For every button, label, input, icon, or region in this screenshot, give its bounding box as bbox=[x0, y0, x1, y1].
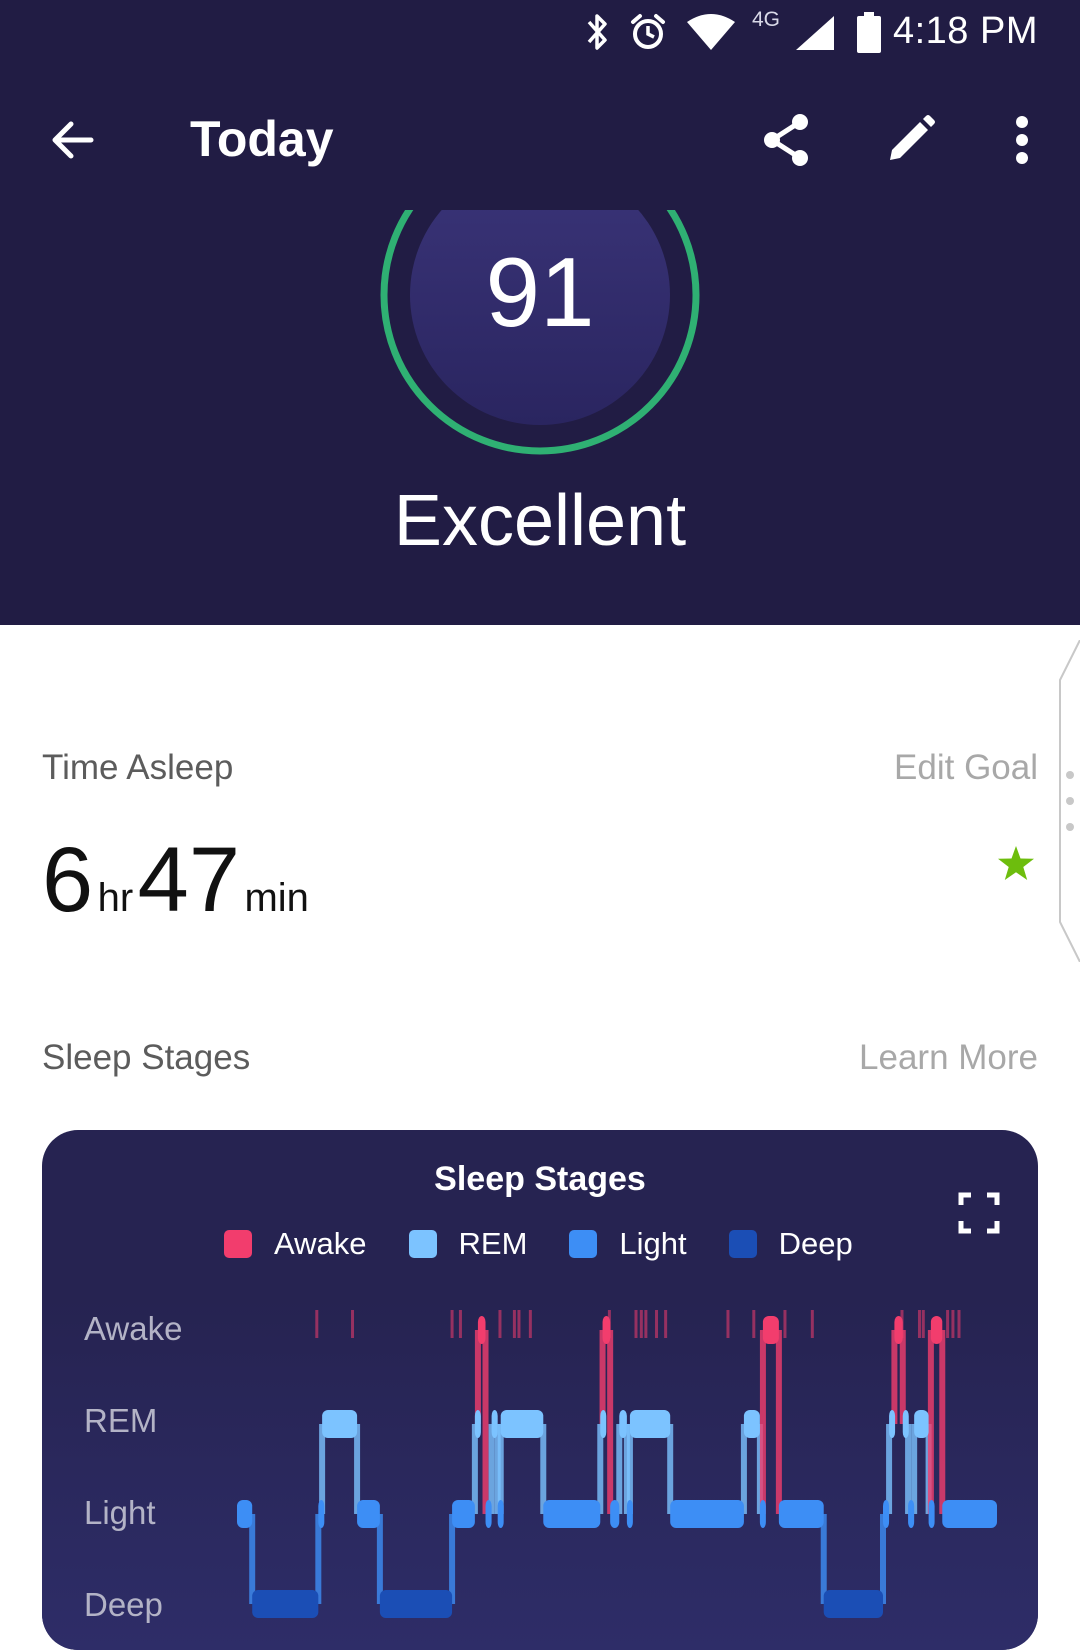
sleep-stages-card[interactable]: Sleep Stages Awake REM Light Deep Awake … bbox=[42, 1130, 1038, 1650]
stage-segment-awake-15 bbox=[602, 1316, 611, 1344]
stage-transition-33 bbox=[939, 1330, 946, 1514]
stage-segment-light-20 bbox=[670, 1500, 744, 1528]
sleep-stages-chart bbox=[237, 1310, 997, 1618]
stage-transition-4 bbox=[376, 1514, 383, 1604]
stage-transition-3 bbox=[354, 1424, 361, 1514]
hours-value: 6 bbox=[42, 829, 94, 931]
stage-segment-deep-25 bbox=[823, 1590, 883, 1618]
edit-pencil-icon bbox=[890, 115, 935, 160]
stage-transition-0 bbox=[249, 1514, 256, 1604]
stage-segment-deep-5 bbox=[379, 1590, 453, 1618]
star-icon bbox=[998, 846, 1034, 880]
sleep-score-rating: Excellent bbox=[393, 481, 687, 561]
stage-segment-light-0 bbox=[237, 1500, 253, 1528]
stage-segment-awake-23 bbox=[762, 1316, 779, 1344]
sleep-score-header: 4G 4:18 PM Today 91 Excellent bbox=[0, 0, 1080, 625]
stage-segment-awake-8 bbox=[477, 1316, 486, 1344]
stage-segment-rem-17 bbox=[619, 1410, 627, 1438]
stage-transition-14 bbox=[599, 1330, 606, 1424]
battery-icon bbox=[857, 12, 881, 53]
bluetooth-icon bbox=[587, 14, 607, 50]
time-asleep-label: Time Asleep bbox=[42, 748, 234, 787]
minutes-unit: min bbox=[244, 876, 309, 920]
stage-segment-light-6 bbox=[452, 1500, 475, 1528]
back-button[interactable] bbox=[32, 100, 112, 180]
hours-unit: hr bbox=[97, 876, 134, 920]
stage-transition-32 bbox=[927, 1330, 934, 1514]
stage-segment-rem-12 bbox=[500, 1410, 544, 1438]
stage-segment-light-13 bbox=[543, 1500, 601, 1528]
stage-transition-28 bbox=[899, 1330, 906, 1424]
share-button[interactable] bbox=[746, 100, 826, 180]
status-time: 4:18 PM bbox=[892, 10, 1038, 52]
stage-segment-rem-21 bbox=[743, 1410, 760, 1438]
sleep-score-value: 91 bbox=[485, 237, 595, 347]
stage-transition-16 bbox=[616, 1424, 623, 1514]
minutes-value: 47 bbox=[137, 829, 240, 931]
stage-segment-rem-7 bbox=[474, 1410, 481, 1438]
stage-segment-light-4 bbox=[357, 1500, 380, 1528]
stage-transition-12 bbox=[540, 1424, 547, 1514]
stage-transition-27 bbox=[891, 1330, 898, 1424]
stage-segment-light-34 bbox=[942, 1500, 997, 1528]
stage-segment-awake-33 bbox=[930, 1316, 943, 1344]
stage-segment-light-26 bbox=[883, 1500, 890, 1528]
stage-segment-light-9 bbox=[485, 1500, 492, 1528]
stage-transition-22 bbox=[759, 1330, 766, 1514]
stage-segment-light-18 bbox=[626, 1500, 633, 1528]
stage-segment-rem-19 bbox=[629, 1410, 671, 1438]
stage-transition-23 bbox=[775, 1330, 782, 1514]
edit-button[interactable] bbox=[870, 100, 950, 180]
stage-transition-5 bbox=[449, 1514, 456, 1604]
stage-segment-rem-27 bbox=[889, 1410, 896, 1438]
stage-transition-19 bbox=[667, 1424, 674, 1514]
stage-segment-rem-31 bbox=[914, 1410, 929, 1438]
stage-segment-rem-14 bbox=[600, 1410, 607, 1438]
stage-transition-24 bbox=[820, 1514, 827, 1604]
more-options-button[interactable] bbox=[982, 100, 1062, 180]
learn-more-link[interactable]: Learn More bbox=[859, 1038, 1038, 1078]
stage-segment-rem-29 bbox=[902, 1410, 909, 1438]
stage-segment-light-2 bbox=[318, 1500, 325, 1528]
stage-transition-8 bbox=[482, 1330, 489, 1514]
side-panel-handle[interactable] bbox=[1058, 640, 1080, 962]
stage-segment-deep-1 bbox=[252, 1590, 319, 1618]
stage-segment-awake-28 bbox=[894, 1316, 903, 1344]
sleep-stages-label: Sleep Stages bbox=[42, 1038, 251, 1077]
stage-segment-light-32 bbox=[928, 1500, 935, 1528]
alarm-icon bbox=[631, 14, 665, 49]
stage-segment-rem-3 bbox=[322, 1410, 358, 1438]
stage-segment-light-11 bbox=[497, 1500, 504, 1528]
wifi-icon bbox=[687, 14, 735, 50]
stage-segment-light-24 bbox=[778, 1500, 824, 1528]
more-vert-icon bbox=[1016, 116, 1028, 164]
time-asleep-value: 6 hr 47 min bbox=[42, 828, 309, 933]
back-arrow-icon bbox=[52, 121, 94, 159]
stage-transition-20 bbox=[740, 1424, 747, 1514]
signal-icon bbox=[796, 16, 834, 50]
share-icon bbox=[764, 114, 808, 166]
network-type-label: 4G bbox=[752, 8, 781, 31]
stage-segment-light-30 bbox=[908, 1500, 915, 1528]
status-bar: 4G 4:18 PM bbox=[0, 0, 1080, 70]
stage-segment-light-16 bbox=[610, 1500, 620, 1528]
page-title: Today bbox=[190, 111, 334, 167]
stage-transition-15 bbox=[607, 1330, 614, 1514]
stage-segment-light-22 bbox=[759, 1500, 766, 1528]
stage-segment-rem-10 bbox=[491, 1410, 498, 1438]
stage-transition-7 bbox=[474, 1330, 481, 1424]
edit-goal-link[interactable]: Edit Goal bbox=[894, 748, 1038, 788]
